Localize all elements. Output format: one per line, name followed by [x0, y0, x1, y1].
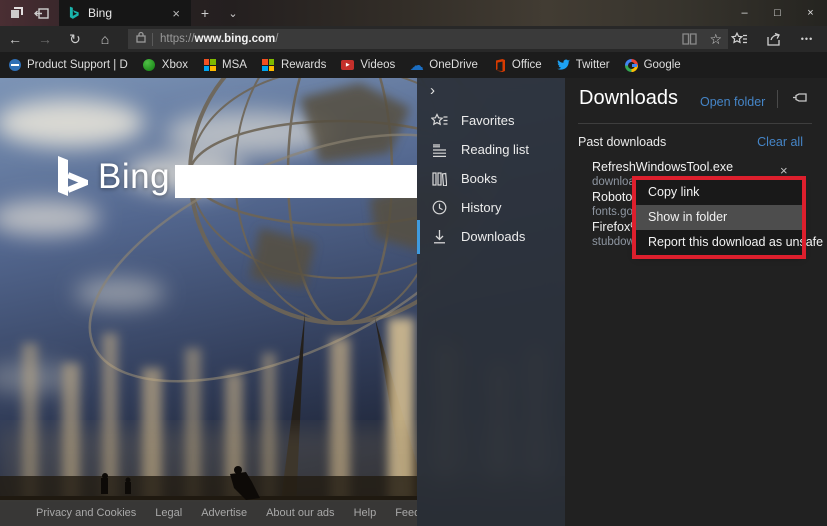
bing-logo-text: Bing	[98, 157, 171, 196]
downloads-arrow-icon	[431, 229, 448, 244]
share-icon[interactable]	[761, 32, 785, 46]
clear-all-link[interactable]: Clear all	[757, 135, 803, 149]
add-favorite-star-icon[interactable]: ☆	[709, 31, 722, 48]
past-downloads-label: Past downloads	[578, 135, 667, 149]
panel-divider	[777, 90, 778, 108]
hub-item-downloads[interactable]: Downloads	[417, 220, 565, 254]
url-separator	[152, 32, 153, 46]
address-bar[interactable]: https://www.bing.com/ ☆	[128, 29, 728, 49]
favorites-bar: Product Support | D Xbox MSA Rewards ▶ V…	[0, 52, 827, 78]
microsoft-icon	[203, 59, 216, 72]
header-divider	[578, 123, 812, 124]
tab-close-icon[interactable]: ×	[169, 6, 183, 21]
footer-link-about-ads[interactable]: About our ads	[266, 507, 335, 519]
tab-preview-chevron-icon[interactable]: ⌄	[219, 0, 247, 26]
google-icon	[624, 58, 638, 72]
refresh-button[interactable]: ↻	[60, 26, 90, 52]
titlebar: Bing × + ⌄ – □ ×	[0, 0, 827, 26]
new-tab-button[interactable]: +	[191, 0, 219, 26]
url-host: www.bing.com	[194, 33, 276, 45]
support-icon	[8, 59, 21, 72]
favbar-item-videos[interactable]: ▶ Videos	[341, 59, 395, 72]
favbar-item-office[interactable]: Office	[493, 58, 542, 72]
hub-item-history[interactable]: History	[417, 193, 565, 222]
hub-favorites-icon[interactable]	[727, 32, 751, 46]
onedrive-icon: ☁	[409, 56, 424, 73]
open-folder-link[interactable]: Open folder	[700, 95, 765, 109]
tab-title: Bing	[88, 6, 113, 20]
footer-link-help[interactable]: Help	[354, 507, 377, 519]
bing-page: Bing Privacy and Cookies Legal Advertise…	[0, 78, 417, 526]
footer-link-advertise[interactable]: Advertise	[201, 507, 247, 519]
tab-actions	[0, 0, 59, 26]
bing-favicon	[67, 6, 81, 20]
footer-link-legal[interactable]: Legal	[155, 507, 182, 519]
download-context-menu: Copy link Show in folder Report this dow…	[636, 180, 823, 255]
favbar-item-onedrive[interactable]: ☁ OneDrive	[409, 56, 478, 73]
downloads-panel: Downloads Open folder Past downloads Cle…	[565, 78, 827, 526]
footer-link-feedback[interactable]: Feedback	[395, 507, 417, 519]
favbar-item-twitter[interactable]: Twitter	[556, 59, 610, 72]
close-window-button[interactable]: ×	[794, 0, 827, 26]
xbox-icon	[143, 59, 156, 72]
remove-download-icon[interactable]: ×	[780, 163, 788, 178]
bing-logo-icon	[58, 156, 88, 196]
minimize-button[interactable]: –	[728, 0, 761, 26]
url-path: /	[275, 33, 279, 45]
window-controls: – □ ×	[728, 0, 827, 26]
favbar-item-rewards[interactable]: Rewards	[262, 59, 326, 72]
home-button[interactable]: ⌂	[90, 26, 120, 52]
microsoft-icon	[262, 59, 275, 72]
office-icon	[493, 58, 506, 72]
url-scheme: https://	[160, 33, 195, 45]
menu-item-copy-link[interactable]: Copy link	[636, 180, 802, 205]
favbar-item-google[interactable]: Google	[624, 58, 681, 72]
history-clock-icon	[431, 200, 448, 215]
hub-sidebar: › Favorites Reading list Books History D…	[417, 78, 565, 526]
hub-item-favorites[interactable]: Favorites	[417, 106, 565, 135]
reading-view-icon[interactable]	[682, 33, 698, 45]
navigation-toolbar: ← → ↻ ⌂ https://www.bing.com/ ☆ •••	[0, 26, 827, 52]
menu-item-report-unsafe[interactable]: Report this download as unsafe	[636, 230, 823, 255]
favbar-item-xbox[interactable]: Xbox	[143, 59, 188, 72]
toolbar-right-buttons: •••	[727, 26, 823, 52]
footer-link-privacy[interactable]: Privacy and Cookies	[36, 507, 136, 519]
favbar-item-msa[interactable]: MSA	[203, 59, 247, 72]
hub-item-books[interactable]: Books	[417, 164, 565, 193]
back-button[interactable]: ←	[0, 26, 30, 52]
favbar-item-product-support[interactable]: Product Support | D	[8, 59, 128, 72]
books-icon	[431, 171, 448, 186]
videos-icon: ▶	[341, 59, 355, 72]
hub-item-reading-list[interactable]: Reading list	[417, 135, 565, 164]
lock-icon	[136, 30, 146, 48]
browser-tab-bing[interactable]: Bing ×	[59, 0, 191, 26]
downloads-panel-title: Downloads	[579, 87, 678, 109]
url-text: https://www.bing.com/	[160, 33, 670, 45]
favorites-star-icon	[431, 113, 448, 128]
tabs-preview-icon[interactable]	[10, 7, 24, 19]
maximize-button[interactable]: □	[761, 0, 794, 26]
twitter-icon	[556, 59, 570, 72]
search-input[interactable]	[175, 165, 417, 198]
bing-logo: Bing	[58, 156, 170, 198]
reading-list-icon	[431, 143, 448, 157]
menu-item-show-in-folder[interactable]: Show in folder	[636, 205, 802, 230]
pin-panel-icon[interactable]	[792, 91, 810, 110]
set-tabs-aside-icon[interactable]	[34, 7, 49, 19]
more-options-icon[interactable]: •••	[795, 34, 819, 44]
forward-button[interactable]: →	[30, 26, 60, 52]
page-footer: Privacy and Cookies Legal Advertise Abou…	[0, 500, 417, 526]
hub-expand-chevron-icon[interactable]: ›	[430, 82, 435, 99]
